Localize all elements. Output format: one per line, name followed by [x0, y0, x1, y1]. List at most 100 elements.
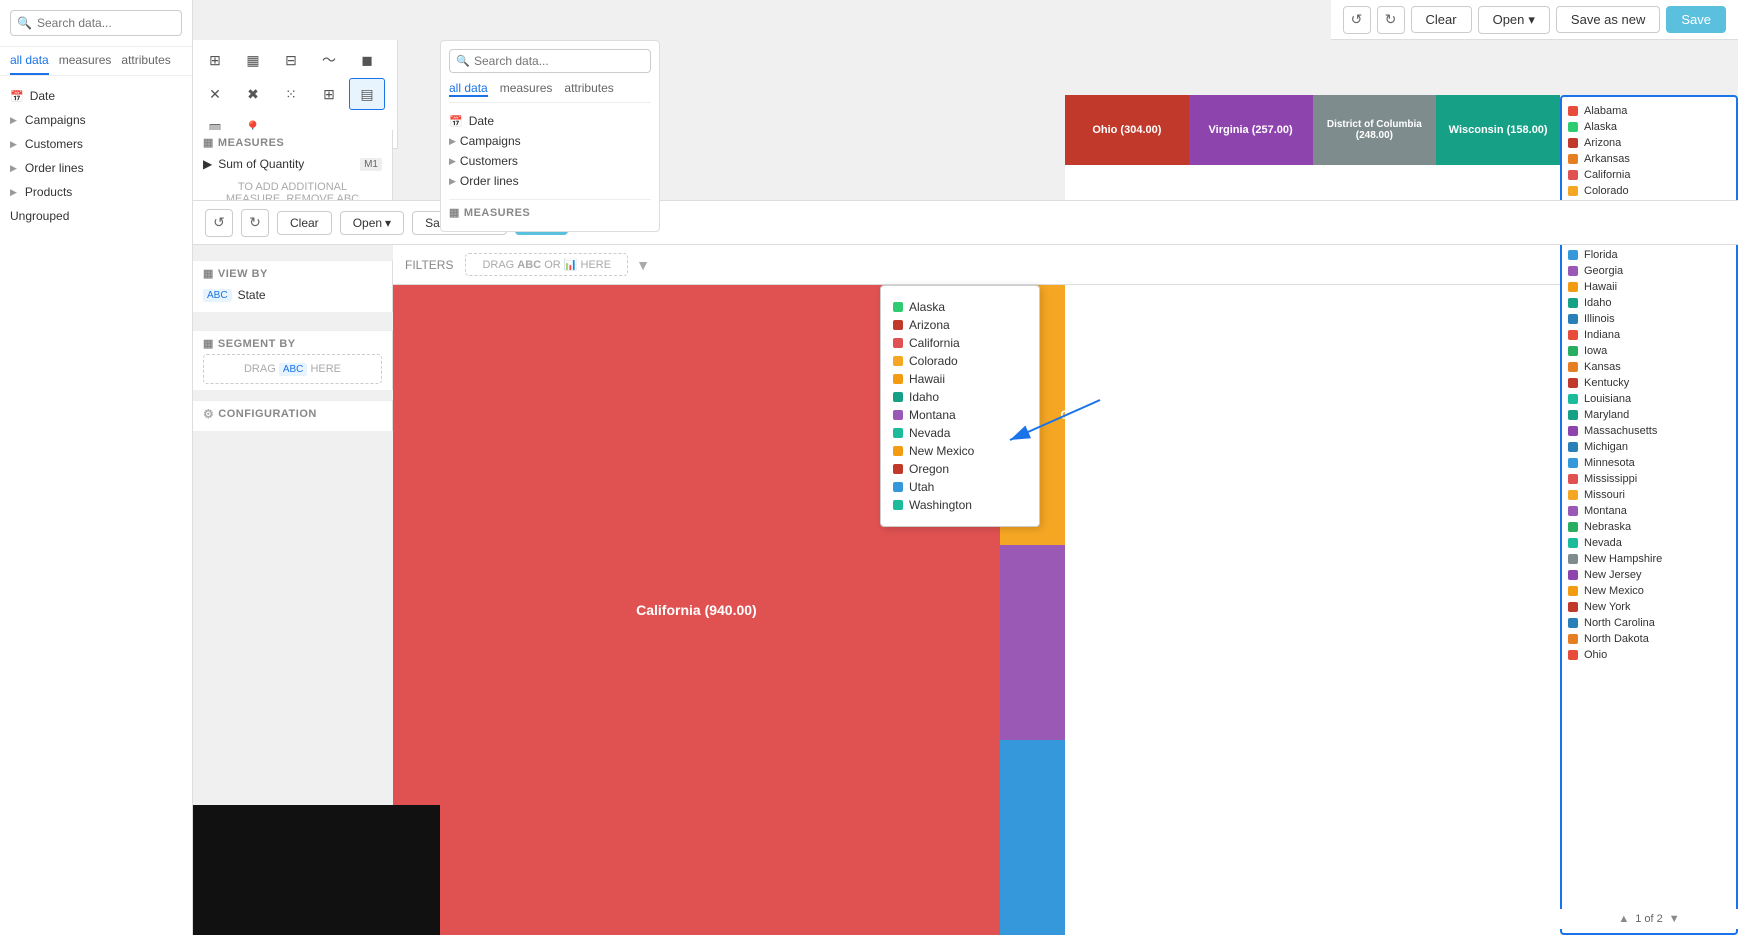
legend-next-arrow[interactable]: ▼: [1669, 913, 1680, 925]
sidebar-item-campaigns[interactable]: Campaigns: [0, 108, 192, 132]
legend-prev-arrow[interactable]: ▲: [1618, 913, 1629, 925]
legend-item[interactable]: Idaho: [1568, 295, 1730, 311]
tab-all-data[interactable]: all data: [10, 53, 49, 75]
chart-type-bar[interactable]: ▦: [235, 44, 271, 76]
legend-item[interactable]: North Carolina: [1568, 615, 1730, 631]
viz-open-button[interactable]: Open ▾: [340, 211, 404, 235]
tooltip-idaho: Idaho: [893, 388, 1027, 406]
viz-clear-button[interactable]: Clear: [277, 211, 332, 235]
chart-type-table[interactable]: ⊞: [197, 44, 233, 76]
chart-type-grid[interactable]: ⊞: [311, 78, 347, 110]
expand-customers-icon: ▶: [449, 156, 456, 167]
chart-type-line[interactable]: 〜: [311, 44, 347, 76]
legend-item[interactable]: Missouri: [1568, 487, 1730, 503]
sidebar-search-input[interactable]: [10, 10, 182, 36]
data-item-campaigns[interactable]: ▶ Campaigns: [449, 131, 651, 151]
legend-item[interactable]: Illinois: [1568, 311, 1730, 327]
chart-type-area[interactable]: ◼: [349, 44, 385, 76]
viz-redo-button[interactable]: ↻: [241, 209, 269, 237]
legend-item[interactable]: Nebraska: [1568, 519, 1730, 535]
measure-badge: M1: [360, 158, 382, 171]
data-search-input[interactable]: [449, 49, 651, 73]
chart-type-treemap[interactable]: ▤: [349, 78, 385, 110]
viewby-item-state[interactable]: ABC State: [203, 284, 382, 306]
tab-measures[interactable]: measures: [59, 53, 112, 75]
legend-item[interactable]: Montana: [1568, 503, 1730, 519]
legend-item[interactable]: Georgia: [1568, 263, 1730, 279]
legend-item[interactable]: Indiana: [1568, 327, 1730, 343]
legend-item[interactable]: New Mexico: [1568, 583, 1730, 599]
panel-measures-section: ▦ MEASURES: [449, 199, 651, 219]
cell-ohio[interactable]: Ohio (304.00): [1065, 95, 1189, 165]
sidebar-item-products[interactable]: Products: [0, 180, 192, 204]
legend-item-label: Kansas: [1584, 361, 1621, 373]
legend-item[interactable]: Mississippi: [1568, 471, 1730, 487]
chart-type-scatter[interactable]: ✕: [197, 78, 233, 110]
sidebar-item-campaigns-label: Campaigns: [25, 113, 86, 127]
legend-item[interactable]: Arizona: [1568, 135, 1730, 151]
legend-item[interactable]: Alaska: [1568, 119, 1730, 135]
legend-item[interactable]: Alabama: [1568, 103, 1730, 119]
legend-item[interactable]: North Dakota: [1568, 631, 1730, 647]
filter-icon[interactable]: ▼: [636, 257, 650, 273]
legend-item[interactable]: Kansas: [1568, 359, 1730, 375]
legend-item[interactable]: California: [1568, 167, 1730, 183]
data-item-date[interactable]: 📅 Date: [449, 111, 651, 131]
legend-item[interactable]: Michigan: [1568, 439, 1730, 455]
chart-type-dots[interactable]: ⁙: [273, 78, 309, 110]
legend-item[interactable]: New York: [1568, 599, 1730, 615]
legend-item[interactable]: New Jersey: [1568, 567, 1730, 583]
segment-drag-zone[interactable]: DRAG ABC HERE: [203, 354, 382, 384]
data-item-orderlines[interactable]: ▶ Order lines: [449, 171, 651, 191]
data-item-customers[interactable]: ▶ Customers: [449, 151, 651, 171]
segment-abc-badge: ABC: [279, 363, 308, 376]
legend-item[interactable]: Hawaii: [1568, 279, 1730, 295]
legend-item[interactable]: Iowa: [1568, 343, 1730, 359]
legend-item[interactable]: Massachusetts: [1568, 423, 1730, 439]
hawaii-legend-label: Hawaii: [909, 372, 945, 386]
tooltip-legend: Alaska Arizona California Colorado Hawai…: [880, 285, 1040, 527]
data-panel-tab-measures[interactable]: measures: [500, 81, 553, 97]
redo-button[interactable]: ↻: [1377, 6, 1405, 34]
cell-wisconsin[interactable]: Wisconsin (158.00): [1436, 95, 1560, 165]
legend-item[interactable]: Nevada: [1568, 535, 1730, 551]
viz-undo-button[interactable]: ↺: [205, 209, 233, 237]
legend-dot: [1568, 538, 1578, 548]
legend-item[interactable]: Florida: [1568, 247, 1730, 263]
sidebar-item-orderlines[interactable]: Order lines: [0, 156, 192, 180]
legend-item[interactable]: Louisiana: [1568, 391, 1730, 407]
cell-virginia[interactable]: Virginia (257.00): [1189, 95, 1313, 165]
legend-dot: [1568, 138, 1578, 148]
legend-item[interactable]: Minnesota: [1568, 455, 1730, 471]
clear-button[interactable]: Clear: [1411, 6, 1472, 33]
tab-attributes[interactable]: attributes: [121, 53, 170, 75]
save-as-new-button[interactable]: Save as new: [1556, 6, 1660, 33]
sidebar-search-area: 🔍: [0, 0, 192, 47]
chart-type-x[interactable]: ✖: [235, 78, 271, 110]
measure-sum-quantity[interactable]: ▶ Sum of Quantity M1: [203, 153, 382, 175]
legend-item[interactable]: Maryland: [1568, 407, 1730, 423]
top-toolbar: ↺ ↻ Clear Open ▾ Save as new Save: [1331, 0, 1738, 40]
legend-item[interactable]: Ohio: [1568, 647, 1730, 663]
sidebar-item-ungrouped[interactable]: Ungrouped: [0, 204, 192, 228]
filters-bar: FILTERS DRAG ABC OR 📊 HERE ▼: [393, 245, 1560, 285]
panel-measures-label: MEASURES: [464, 207, 530, 219]
undo-button[interactable]: ↺: [1343, 6, 1371, 34]
legend-item-label: Colorado: [1584, 185, 1629, 197]
legend-item[interactable]: Kentucky: [1568, 375, 1730, 391]
data-panel-tab-attributes[interactable]: attributes: [564, 81, 613, 97]
filters-drag-zone[interactable]: DRAG ABC OR 📊 HERE: [465, 253, 628, 276]
chart-type-pivot[interactable]: ⊟: [273, 44, 309, 76]
legend-item[interactable]: Arkansas: [1568, 151, 1730, 167]
open-button[interactable]: Open ▾: [1478, 6, 1550, 34]
legend-item[interactable]: Colorado: [1568, 183, 1730, 199]
tooltip-oregon: Oregon: [893, 460, 1027, 478]
sidebar-item-customers[interactable]: Customers: [0, 132, 192, 156]
data-panel-tab-all[interactable]: all data: [449, 81, 488, 97]
legend-item[interactable]: New Hampshire: [1568, 551, 1730, 567]
arizona-dot: [893, 320, 903, 330]
legend-dot: [1568, 394, 1578, 404]
cell-dc[interactable]: District of Columbia (248.00): [1313, 95, 1437, 165]
save-button[interactable]: Save: [1666, 6, 1726, 33]
sidebar-item-date[interactable]: 📅 Date: [0, 84, 192, 108]
